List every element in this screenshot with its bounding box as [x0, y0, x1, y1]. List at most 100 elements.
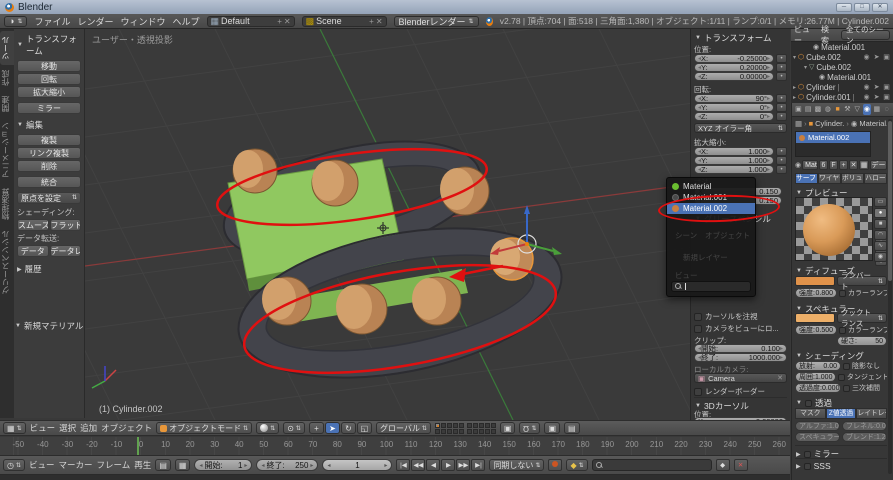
translate-button[interactable]: 移動 — [17, 60, 81, 72]
next-keyframe-button[interactable]: ▶▶ — [456, 459, 470, 471]
popup-item-material-002[interactable]: Material.002 — [667, 203, 755, 214]
fresnel-slider[interactable]: フレネル:0.000 — [842, 421, 887, 431]
lock-icon[interactable]: • — [776, 72, 787, 81]
outliner-menu-view[interactable]: ビュー — [794, 24, 815, 46]
rotate-button[interactable]: 回転 — [17, 73, 81, 85]
stepper-left-icon[interactable]: ◂ — [327, 462, 330, 469]
lock-icon[interactable]: • — [776, 156, 787, 165]
renderable-icon[interactable]: ▣ — [882, 93, 891, 101]
raytrace-mode-button[interactable]: レイトレース — [856, 408, 887, 419]
shadeless-checkbox[interactable]: 陰影なし — [843, 361, 880, 371]
set-origin-dropdown[interactable]: 原点を設定⇅ — [17, 192, 81, 204]
jump-to-start-button[interactable]: |◀ — [396, 459, 410, 471]
checkbox-icon[interactable] — [839, 327, 846, 334]
visibility-icon[interactable]: ◉ — [862, 53, 871, 61]
blend-slider[interactable]: ブレンド:1.250 — [842, 432, 887, 442]
panel-header-edit[interactable]: ▼編集 — [16, 117, 82, 133]
tab-data-icon[interactable]: ▽ — [853, 104, 862, 115]
screen-layout-selector[interactable]: ▦ Default +✕ — [207, 16, 295, 27]
stepper-left-icon[interactable]: ◂ — [261, 462, 264, 469]
sync-dropdown[interactable]: 同期しない⇅ — [489, 459, 544, 471]
tab-modifiers-icon[interactable]: ⚒ — [843, 104, 852, 115]
stepper-right-icon[interactable]: ▸ — [767, 55, 770, 62]
current-frame-marker[interactable] — [137, 437, 139, 456]
outliner-row-material-2[interactable]: ◉Material.001 — [791, 72, 893, 82]
keying-set-field[interactable] — [592, 459, 712, 471]
checkbox-icon[interactable] — [843, 363, 850, 370]
lock-icon[interactable]: • — [776, 94, 787, 103]
panel-header-redo[interactable]: ▼新規マテリアル — [14, 318, 85, 334]
scale-manipulator-button[interactable]: ◱ — [357, 422, 372, 434]
tab-tools[interactable]: ツール — [0, 31, 14, 65]
scale-z-field[interactable]: ◂Z:1.000▸ — [694, 165, 774, 174]
type-volume-button[interactable]: ボリューム — [841, 173, 864, 184]
duplicate-linked-button[interactable]: リンク複製 — [17, 147, 81, 159]
rotation-x-field[interactable]: ◂X:90°▸ — [694, 94, 774, 103]
tab-animation[interactable]: アニメーション — [0, 117, 14, 183]
panel-header-sss[interactable]: ▶SSS — [795, 458, 887, 473]
preview-hair-button[interactable]: ∿ — [874, 241, 887, 251]
panel-header-history[interactable]: ▶履歴 — [16, 261, 82, 277]
preview-sky-button[interactable]: ◉ — [874, 252, 887, 262]
ztransp-mode-button[interactable]: Z値透過 — [826, 408, 857, 419]
timeline-menu-playback[interactable]: 再生 — [134, 459, 151, 471]
preview-cube-button[interactable]: ■ — [874, 219, 887, 229]
diffuse-shader-dropdown[interactable]: ランバート⇅ — [837, 276, 887, 286]
maximize-button[interactable]: □ — [854, 3, 870, 12]
shade-flat-button[interactable]: フラット — [50, 219, 82, 231]
shading-dropdown[interactable]: ⇅ — [256, 422, 279, 434]
mode-dropdown[interactable]: オブジェクトモード⇅ — [156, 422, 252, 434]
type-surface-button[interactable]: サーフェス — [795, 173, 818, 184]
panel-header-transform[interactable]: ▼トランスフォーム — [16, 31, 82, 59]
tangent-checkbox[interactable]: タンジェント... — [838, 372, 887, 382]
manipulator-toggle-button[interactable]: + — [309, 422, 324, 434]
duplicate-button[interactable]: 複製 — [17, 134, 81, 146]
opengl-render-button[interactable]: ▣ — [544, 422, 560, 434]
diffuse-color-swatch[interactable] — [795, 276, 835, 286]
stepper-right-icon[interactable]: ▸ — [767, 64, 770, 71]
snap-button[interactable]: Ω⇅ — [519, 422, 540, 434]
clear-icon[interactable]: ✕ — [777, 374, 783, 382]
shade-smooth-button[interactable]: スムーズ — [17, 219, 49, 231]
rotation-z-field[interactable]: ◂Z:0°▸ — [694, 112, 774, 121]
properties-scrollbar[interactable] — [888, 119, 892, 474]
hardness-slider[interactable]: 硬さ:50 — [837, 336, 887, 346]
window-titlebar[interactable]: Blender ─ □ ✕ — [0, 0, 893, 14]
checkbox-icon[interactable] — [839, 290, 846, 297]
render-engine-selector[interactable]: Blenderレンダー ⇅ — [394, 16, 479, 27]
specular-intensity-slider[interactable]: 強度:0.500 — [795, 325, 837, 335]
renderable-icon[interactable]: ▣ — [882, 53, 891, 61]
stepper-right-icon[interactable]: ▸ — [767, 73, 770, 80]
add-menu[interactable]: 追加 — [80, 422, 97, 434]
lock-icon[interactable]: • — [776, 103, 787, 112]
tab-object-icon[interactable]: ■ — [833, 104, 842, 115]
cubic-checkbox[interactable]: 三次補間 — [843, 383, 880, 393]
stepper-right-icon[interactable]: ▸ — [767, 95, 770, 102]
timeline-editor-type-button[interactable]: ◷⇅ — [3, 459, 25, 471]
lock-camera-row[interactable]: カメラをビューにロ... — [694, 323, 787, 334]
specular-shader-dropdown[interactable]: クックトランス⇅ — [837, 313, 887, 323]
breadcrumb-material[interactable]: Material. — [859, 119, 887, 128]
minimize-button[interactable]: ─ — [836, 3, 852, 12]
outliner-row-cube002[interactable]: ▾⬡Cube.002 ◉➤▣ — [791, 52, 893, 62]
visibility-icon[interactable]: ◉ — [862, 83, 871, 91]
preview-flat-button[interactable]: ▭ — [874, 197, 887, 207]
selectable-icon[interactable]: ➤ — [872, 53, 881, 61]
type-wire-button[interactable]: ワイヤー — [818, 173, 841, 184]
panel-checkbox-icon[interactable] — [805, 400, 812, 407]
frame-lock-button[interactable]: ▦ — [175, 459, 191, 471]
record-button[interactable] — [548, 459, 562, 471]
editor-type-button[interactable]: ◑⇅ — [4, 16, 27, 27]
scale-button[interactable]: 拡大縮小 — [17, 86, 81, 98]
tab-scene-icon[interactable]: ▩ — [814, 104, 823, 115]
menu-file[interactable]: ファイル — [34, 15, 70, 28]
popup-search-input[interactable] — [671, 281, 751, 292]
stepper-right-icon[interactable]: ▸ — [384, 462, 387, 469]
layers-widget[interactable] — [435, 423, 496, 434]
breadcrumb-object[interactable]: Cylinder. — [815, 119, 844, 128]
alpha-slider[interactable]: アルファ:1.000 — [795, 421, 840, 431]
stepper-right-icon[interactable]: ▸ — [767, 166, 770, 173]
delete-keyframe-button[interactable]: ✕ — [734, 459, 748, 471]
stepper-right-icon[interactable]: ▸ — [780, 354, 783, 361]
renderable-icon[interactable]: ▣ — [882, 83, 891, 91]
